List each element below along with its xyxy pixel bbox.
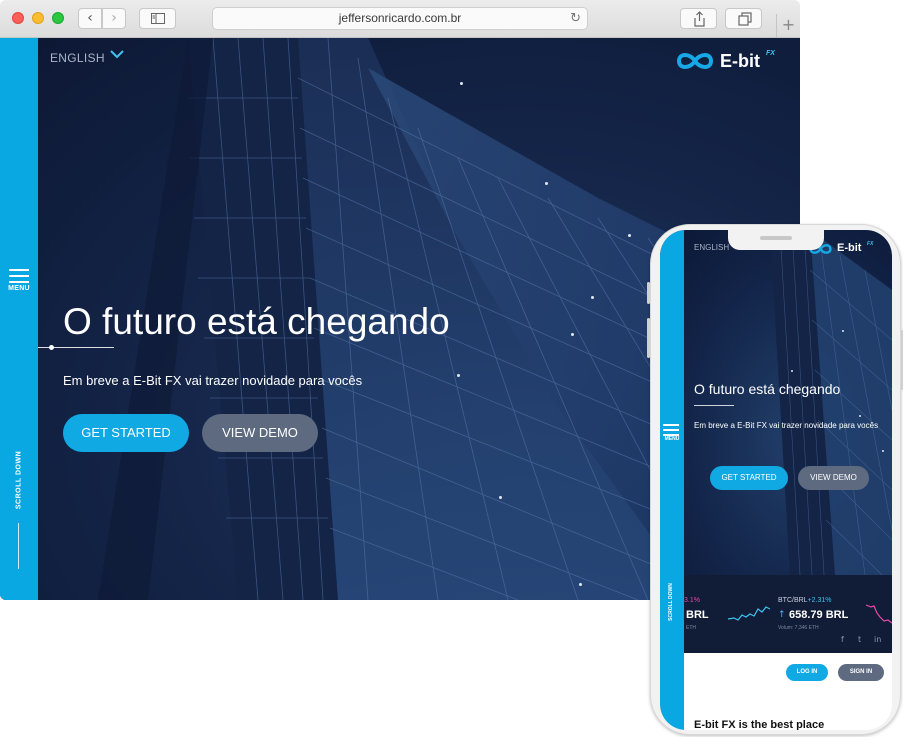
- sparkline-chart: [866, 604, 892, 624]
- star-decoration: [842, 330, 844, 332]
- phone-notch: [728, 230, 824, 250]
- phone-side-button: [647, 318, 650, 358]
- share-button[interactable]: [680, 8, 717, 29]
- star-decoration: [591, 296, 594, 299]
- mobile-get-started-button[interactable]: GET STARTED: [710, 466, 788, 490]
- star-decoration: [499, 496, 502, 499]
- star-decoration: [545, 182, 548, 185]
- minimize-window-button[interactable]: [32, 12, 44, 24]
- show-tabs-button[interactable]: [725, 8, 762, 29]
- site-sidebar: MENU SCROLL DOWN: [0, 38, 38, 600]
- infinity-logo-icon: [676, 53, 714, 69]
- phone-side-button: [647, 282, 650, 304]
- mobile-building-background-image: [770, 230, 892, 575]
- forward-button[interactable]: ›: [102, 8, 126, 29]
- price-ticker: 3.1% BRL ETH BTC/BRL+2.31% ↑ 658.79 BRL …: [660, 575, 892, 653]
- scroll-down-label[interactable]: SCROLL DOWN: [668, 583, 674, 621]
- ticker-pair: BTC/BRL+2.31%: [778, 597, 832, 604]
- star-decoration: [571, 333, 574, 336]
- ticker-volume: ETH: [686, 625, 696, 631]
- star-decoration: [457, 374, 460, 377]
- star-decoration: [791, 370, 793, 372]
- back-button[interactable]: ‹: [78, 8, 102, 29]
- star-decoration: [882, 450, 884, 452]
- star-decoration: [859, 415, 861, 417]
- tabs-icon: [738, 12, 752, 26]
- chevron-right-icon: ›: [111, 10, 117, 26]
- logo-text: E-bit: [837, 242, 862, 254]
- browser-toolbar: ‹ › jeffersonricardo.com.br ↻ +: [0, 0, 800, 38]
- ebit-fx-logo[interactable]: E-bit FX: [674, 48, 784, 74]
- mobile-screen: ENGLISH E-bit FX O futuro está chegando …: [660, 230, 892, 730]
- new-tab-button[interactable]: +: [776, 14, 800, 38]
- get-started-button[interactable]: GET STARTED: [63, 414, 189, 452]
- ticker-volume: Volum: 7,346 ETH: [778, 625, 819, 631]
- logo-text: E-bit: [720, 51, 760, 71]
- facebook-icon[interactable]: f: [841, 635, 844, 644]
- close-window-button[interactable]: [12, 12, 24, 24]
- menu-label[interactable]: MENU: [660, 436, 684, 442]
- star-decoration: [579, 583, 582, 586]
- mobile-hero-divider: [694, 405, 734, 406]
- menu-label[interactable]: MENU: [0, 285, 38, 292]
- chevron-left-icon: ‹: [87, 10, 93, 26]
- url-text: jeffersonricardo.com.br: [338, 11, 462, 25]
- hero-subtitle: Em breve a E-Bit FX vai trazer novidade …: [63, 373, 363, 388]
- sidebar-toggle-button[interactable]: [139, 8, 176, 29]
- arrow-up-icon: ↑: [778, 610, 786, 620]
- language-selector[interactable]: ENGLISH: [50, 51, 105, 65]
- ticker-value: BRL: [686, 609, 709, 621]
- fullscreen-window-button[interactable]: [52, 12, 64, 24]
- hero-divider-dot: [49, 345, 54, 350]
- sparkline-chart: [728, 606, 770, 621]
- mobile-language-selector[interactable]: ENGLISH: [694, 243, 729, 252]
- plus-icon: +: [781, 15, 796, 34]
- ticker-change: +2.31%: [807, 597, 832, 604]
- section-heading-partial: E-bit FX is the best place: [694, 719, 825, 730]
- reload-icon[interactable]: ↻: [570, 8, 581, 29]
- ticker-value: 658.79 BRL: [789, 609, 849, 621]
- hero-title: O futuro está chegando: [63, 301, 450, 342]
- star-decoration: [628, 234, 631, 237]
- chevron-down-icon[interactable]: [110, 49, 124, 59]
- log-in-button[interactable]: LOG IN: [786, 664, 828, 681]
- star-decoration: [460, 82, 463, 85]
- phone-speaker: [760, 236, 792, 240]
- scroll-down-label[interactable]: SCROLL DOWN: [16, 451, 23, 509]
- mobile-hero-title: O futuro está chegando: [694, 381, 841, 397]
- address-bar[interactable]: jeffersonricardo.com.br ↻: [212, 7, 588, 30]
- ticker-change: 3.1%: [684, 597, 700, 604]
- sign-in-button[interactable]: SIGN IN: [838, 664, 884, 681]
- sidebar-icon: [151, 13, 165, 24]
- scroll-down-line: [18, 523, 19, 569]
- linkedin-icon[interactable]: in: [874, 635, 881, 644]
- view-demo-button[interactable]: VIEW DEMO: [202, 414, 318, 452]
- mobile-sidebar: MENU SCROLL DOWN: [660, 230, 684, 730]
- twitter-icon[interactable]: t: [858, 635, 861, 644]
- ticker-pair-name: BTC/BRL: [778, 597, 808, 604]
- mobile-hero: ENGLISH E-bit FX O futuro está chegando …: [660, 230, 892, 575]
- logo-superscript: FX: [766, 50, 775, 57]
- share-icon: [694, 11, 705, 27]
- logo-superscript: FX: [867, 241, 874, 247]
- mobile-view-demo-button[interactable]: VIEW DEMO: [798, 466, 869, 490]
- mobile-hero-subtitle: Em breve a E-Bit FX vai trazer novidade …: [694, 421, 879, 430]
